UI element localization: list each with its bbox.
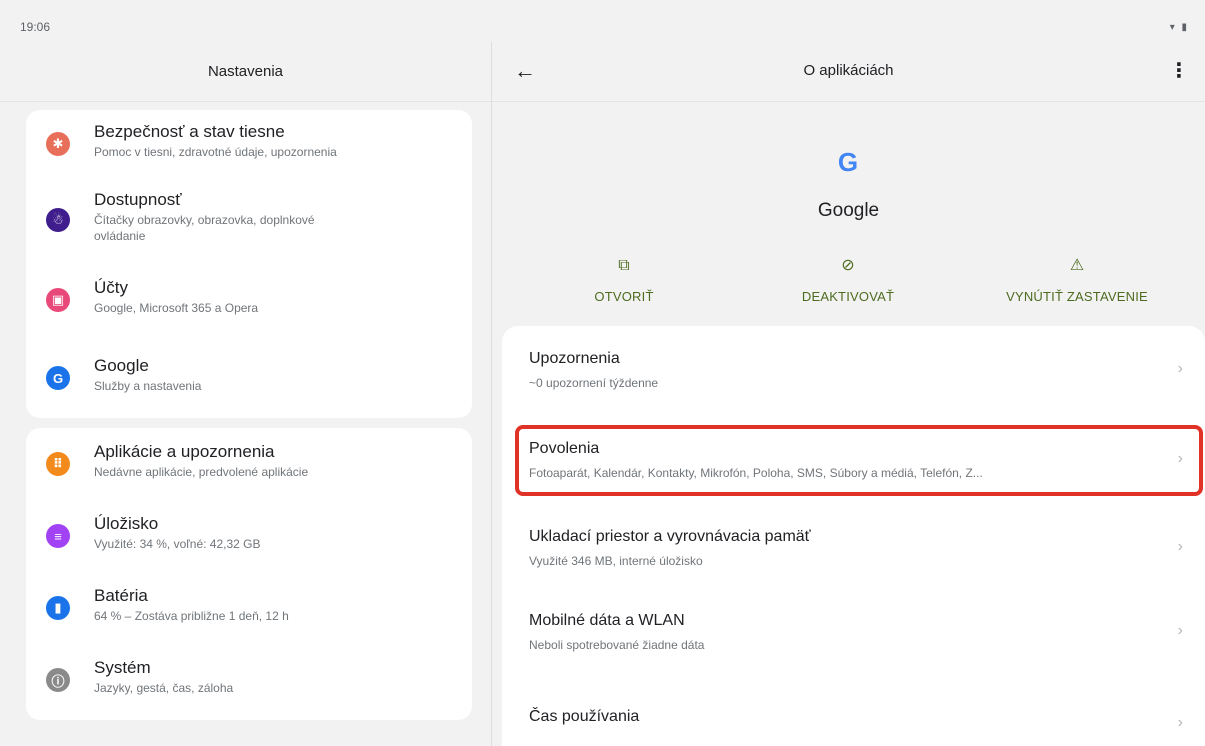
item-subtitle: Čítačky obrazovky, obrazovka, doplnkové … (94, 213, 315, 243)
chevron-right-icon: › (1177, 450, 1183, 467)
account-icon: ▣ (46, 288, 70, 312)
item-title: Systém (94, 658, 151, 677)
item-subtitle: Služby a nastavenia (94, 379, 202, 393)
item-title: Google (94, 356, 149, 375)
row-title: Upozornenia (529, 350, 620, 367)
row-subtitle: Neboli spotrebované žiadne dáta (529, 638, 705, 652)
app-actions: ⧉ OTVORIŤ ⊘ DEAKTIVOVAŤ ⚠ VYNÚTIŤ ZASTAV… (492, 255, 1205, 315)
item-subtitle: Pomoc v tiesni, zdravotné údaje, upozorn… (94, 145, 337, 159)
google-icon: G (46, 366, 70, 390)
row-screen-time[interactable]: Čas používania › (502, 684, 1205, 746)
row-mobile-data[interactable]: Mobilné dáta a WLAN Neboli spotrebované … (502, 600, 1205, 680)
app-info-pane: ← O aplikáciách ⋮ G Google ⧉ OTVORIŤ ⊘ D… (492, 42, 1205, 746)
apps-icon: ⠿ (46, 452, 70, 476)
row-title: Mobilné dáta a WLAN (529, 612, 685, 629)
app-name: Google (817, 200, 880, 221)
settings-card-1: ✱ Bezpečnosť a stav tiesne Pomoc v tiesni… (26, 110, 472, 418)
status-bar: 19:06 ▾ ▮ (0, 0, 1205, 42)
asterisk-icon: ✱ (46, 132, 70, 156)
item-title: Aplikácie a upozornenia (94, 442, 275, 461)
item-title: Dostupnosť (94, 190, 182, 209)
app-settings-list: Upozornenia ~0 upozornení týždenne › Pov… (502, 326, 1205, 746)
item-subtitle: 64 % – Zostáva približne 1 deň, 12 h (94, 609, 289, 623)
settings-card-2: ⠿ Aplikácie a upozornenia Nedávne aplikác… (26, 428, 472, 720)
item-subtitle: Nedávne aplikácie, predvolené aplikácie (94, 465, 309, 479)
app-info-header: ← O aplikáciách ⋮ (492, 42, 1205, 102)
chevron-right-icon: › (1177, 360, 1183, 377)
battery-icon: ▮ (46, 596, 70, 620)
row-storage[interactable]: Ukladací priestor a vyrovnávacia pamäť V… (502, 516, 1205, 596)
row-subtitle: Využité 346 MB, interné úložisko (529, 554, 703, 568)
item-title: Batéria (94, 586, 148, 605)
force-stop-label: VYNÚTIŤ ZASTAVENIE (1006, 289, 1148, 304)
more-options-icon[interactable]: ⋮ (1169, 58, 1189, 83)
disable-button[interactable]: ⊘ DEAKTIVOVAŤ (738, 255, 958, 304)
item-title: Úložisko (94, 514, 159, 533)
status-time: 19:06 (20, 20, 51, 34)
chevron-right-icon: › (1177, 538, 1183, 555)
settings-header: Nastavenia (0, 42, 491, 102)
item-title: Účty (94, 278, 128, 297)
page-title: O aplikáciách (803, 62, 894, 79)
chevron-right-icon: › (1177, 714, 1183, 731)
row-title: Ukladací priestor a vyrovnávacia pamäť (529, 528, 811, 545)
open-icon: ⧉ (618, 257, 630, 274)
open-button[interactable]: ⧉ OTVORIŤ (514, 255, 734, 304)
row-subtitle: Fotoaparát, Kalendár, Kontakty, Mikrofón… (529, 466, 983, 480)
row-permissions[interactable]: Povolenia Fotoaparát, Kalendár, Kontakty… (502, 430, 1205, 510)
wifi-battery-icon: ▾ ▮ (1169, 22, 1189, 33)
accessibility-icon: ☃ (46, 208, 70, 232)
row-notifications[interactable]: Upozornenia ~0 upozornení týždenne › (502, 326, 1205, 406)
disable-label: DEAKTIVOVAŤ (801, 289, 895, 304)
item-subtitle: Jazyky, gestá, čas, záloha (94, 681, 234, 695)
storage-icon: ≡ (46, 524, 70, 548)
settings-title: Nastavenia (207, 63, 284, 80)
chevron-right-icon: › (1177, 622, 1183, 639)
item-title: Bezpečnosť a stav tiesne (94, 122, 285, 141)
force-stop-button[interactable]: ⚠ VYNÚTIŤ ZASTAVENIE (962, 255, 1192, 304)
open-label: OTVORIŤ (594, 289, 654, 304)
item-subtitle: Google, Microsoft 365 a Opera (94, 301, 259, 315)
row-title: Čas používania (529, 708, 640, 725)
google-logo-icon: G (837, 147, 859, 177)
item-subtitle: Využité: 34 %, voľné: 42,32 GB (94, 537, 261, 551)
row-subtitle: ~0 upozornení týždenne (529, 376, 659, 390)
info-icon: ⓘ (46, 668, 70, 692)
disable-icon: ⊘ (841, 257, 855, 274)
settings-pane: Nastavenia ✱ Bezpečnosť a stav tiesne Pom… (0, 42, 491, 746)
row-title: Povolenia (529, 440, 600, 457)
warning-icon: ⚠ (1069, 257, 1085, 274)
